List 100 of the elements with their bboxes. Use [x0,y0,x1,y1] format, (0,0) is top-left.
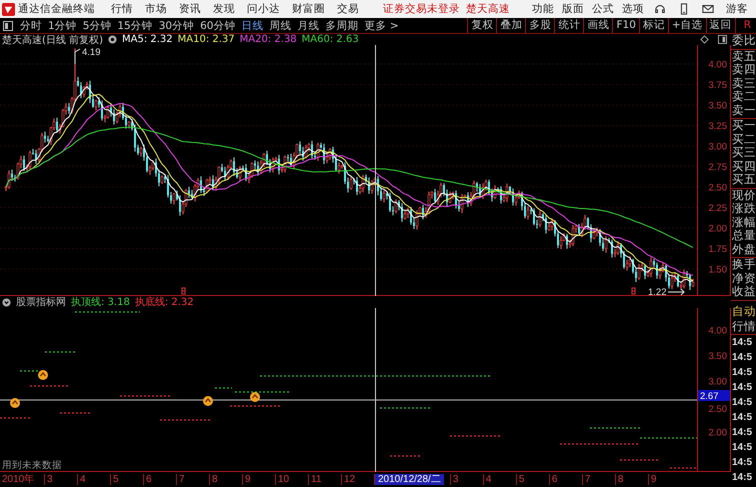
toolbar-button[interactable]: +自选 [668,18,706,33]
indicator-axis-label: 2.50 [708,404,727,415]
toolbar-button[interactable]: 多股 [525,18,554,33]
more-menu[interactable]: 更多 > [364,18,399,32]
ma-value: MA10: 2.37 [178,34,235,45]
price-axis-label: 3.25 [708,121,727,132]
price-axis-label: 4.00 [708,60,727,70]
trade-time: 14:5 [731,396,754,410]
menu-item[interactable]: 财富圈 [292,2,325,16]
indicator-axis-label: 4.00 [708,326,727,336]
menu-item[interactable]: 版面 [562,2,584,16]
indicator-axis-label: 3.50 [708,351,727,362]
quote-label: 卖一 [732,104,756,117]
date-label: 3 [450,474,483,485]
date-label: 5 [516,474,549,485]
price-axis-label: 2.50 [708,182,727,194]
toolbar-button[interactable]: 画线 [583,18,612,33]
toolbar-button[interactable]: 返回 [706,18,735,33]
quote-label: 委比 [732,34,756,48]
quote-label: 换手 [732,258,756,272]
menu-item[interactable]: 选项 [622,2,644,16]
trade-time: 14:5 [731,456,754,470]
quote-label: 涨跌 [732,202,756,216]
ma-value: MA5: 2.32 [122,34,173,45]
price-axis-label: 3.00 [708,142,727,152]
toolbar-button[interactable]: R [734,18,756,33]
chart-title: 楚天高速(日线 前复权) [2,34,103,46]
date-label: 7 [176,474,209,485]
warning-note: 用到未来数据 [2,460,62,471]
date-label: 6 [548,474,582,485]
quote-label: 外盘 [732,242,756,256]
toolbar-button[interactable]: 叠加 [496,18,526,33]
menu-item[interactable]: 问小达 [247,2,280,16]
price-axis-label: 1.75 [708,244,727,255]
date-label: 5 [110,474,143,485]
stock-name: 楚天高速 [466,2,510,16]
trade-time: 14:5 [731,350,754,364]
menu-item[interactable]: 资讯 [179,2,201,16]
period-tab[interactable]: 60分钟 [200,18,236,32]
trade-time: 14:5 [731,336,754,350]
quote-label: 买一 [732,119,756,132]
date-label: 9 [648,474,681,485]
trade-time: 14:5 [731,366,754,380]
trade-time: 14:5 [731,410,754,424]
date-label: 2010年 [1,474,36,485]
price-axis-label: 1.50 [708,264,727,276]
toolbar-button[interactable]: F10 [612,18,639,33]
date-label: 9 [242,474,275,485]
ma-value: MA20: 2.38 [240,34,297,45]
menu-item[interactable]: 交易 [337,2,359,16]
price-axis-label: 2.00 [708,224,727,234]
period-tab[interactable]: 5分钟 [82,18,112,32]
toolbar-button[interactable]: 标记 [638,18,668,33]
toolbar-button[interactable]: 复权 [467,18,496,33]
section-label: 行情 [731,318,756,334]
mode-label[interactable]: 自动 [731,304,756,318]
login-status[interactable]: 证券交易未登录 [383,2,460,16]
price-axis-label: 3.75 [708,80,727,91]
indicator-name: 股票指标网 [16,296,66,309]
period-tab[interactable]: 分时 [20,18,42,32]
app-title: 通达信金融终端 [18,2,95,16]
period-tab[interactable]: 日线 [242,18,264,32]
price-axis-label: 2.75 [708,162,727,173]
quote-label: 卖二 [732,90,756,104]
quote-label: 买四 [732,160,756,173]
quote-label: 总量 [732,229,756,242]
date-label: 4 [77,474,110,485]
date-label: 8 [209,474,242,485]
trade-time: 14:5 [731,440,754,454]
period-tab[interactable]: 周线 [270,18,292,32]
period-tab[interactable]: 多周期 [326,18,358,32]
trade-time: 14:5 [731,426,754,440]
indicator-value: 执顶线: 3.18 [71,296,130,309]
period-tab[interactable]: 1分钟 [48,18,77,32]
menu-item[interactable]: 功能 [532,2,554,16]
date-label: 11 [308,474,341,485]
quote-label: 卖四 [732,63,756,76]
price-axis-label: 3.50 [708,100,727,112]
menu-item[interactable]: 市场 [145,2,167,16]
date-label: 7 [582,474,615,485]
quote-label: 卖三 [732,76,756,90]
date-label: 10 [275,474,308,485]
quote-label: 买五 [732,173,756,186]
menu-item[interactable]: 发现 [213,2,235,16]
price-axis-label: 2.25 [708,203,727,214]
date-label: 8 [614,474,648,485]
menu-item[interactable]: 公式 [592,2,614,16]
toolbar-button[interactable]: 统计 [554,18,584,33]
date-label: 2010/12/28/二 [374,474,444,485]
menu-item[interactable]: 行情 [111,2,133,16]
quote-label: 卖五 [732,50,756,63]
period-tab[interactable]: 30分钟 [158,18,194,32]
period-tab[interactable]: 15分钟 [117,18,153,32]
quote-label: 买二 [732,132,756,146]
user-name[interactable]: 游客 [726,2,748,16]
current-value-label: 2.67 [698,390,730,402]
ma-value: MA60: 2.63 [302,34,359,45]
quote-label: 净资 [732,272,756,285]
period-tab[interactable]: 月线 [298,18,320,32]
trade-time: 14:5 [731,470,754,484]
